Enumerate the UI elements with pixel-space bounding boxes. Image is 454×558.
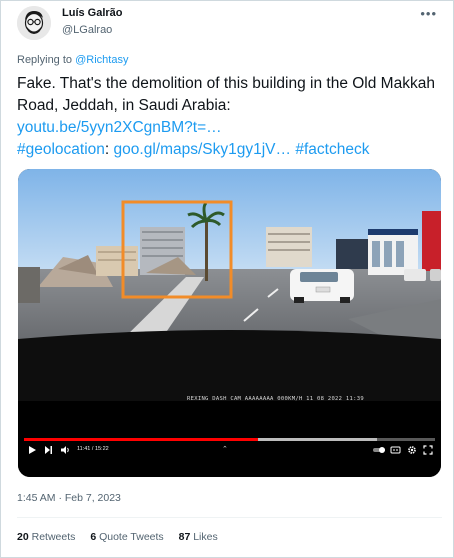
tweet-text: Fake. That's the demolition of this buil…	[17, 73, 442, 161]
video-frame	[18, 169, 441, 477]
play-icon[interactable]	[28, 445, 37, 459]
quote-tweets-label: Quote Tweets	[99, 531, 164, 543]
youtube-link[interactable]: youtu.be/5yyn2XCgnBM?t=…	[17, 119, 222, 136]
settings-icon[interactable]	[407, 445, 417, 459]
video-controls: 11:41 / 15:22 ⌃	[18, 445, 441, 459]
progress-buffered	[258, 438, 378, 441]
author-handle[interactable]: @LGalrao	[62, 23, 123, 37]
progress-bar[interactable]	[24, 438, 435, 441]
retweets-label: Retweets	[31, 531, 76, 543]
likes-count: 87	[178, 531, 191, 543]
tweet-card: Luís Galrão @LGalrao ••• Replying to @Ri…	[0, 0, 454, 558]
tweet-timestamp[interactable]: 1:45 AM · Feb 7, 2023	[17, 492, 121, 504]
toggle-icon[interactable]	[372, 445, 386, 459]
likes-label: Likes	[193, 531, 218, 543]
replying-to-prefix: Replying to	[17, 54, 73, 66]
fullscreen-icon[interactable]	[423, 445, 433, 459]
replying-to-mention[interactable]: @Richtasy	[75, 54, 128, 66]
avatar[interactable]	[17, 6, 51, 40]
colon-separator: :	[104, 141, 114, 158]
volume-icon[interactable]	[60, 445, 71, 459]
time-display: 11:41 / 15:22	[77, 446, 109, 452]
dashcam-overlay: REXING DASH CAM AAAAAAAA 000KM/H 11 08 2…	[187, 396, 364, 402]
progress-played	[24, 438, 259, 441]
next-icon[interactable]	[44, 445, 53, 459]
tweet-stats: 20 Retweets 6 Quote Tweets 87 Likes	[17, 531, 230, 543]
divider	[17, 517, 442, 518]
chevron-up-icon[interactable]: ⌃	[222, 445, 228, 453]
maps-link[interactable]: goo.gl/maps/Sky1gy1jV…	[114, 141, 291, 158]
retweets-count: 20	[17, 531, 29, 543]
retweets-stat[interactable]: 20 Retweets	[17, 531, 75, 543]
likes-stat[interactable]: 87 Likes	[179, 531, 218, 543]
quote-tweets-stat[interactable]: 6 Quote Tweets	[90, 531, 163, 543]
captions-icon[interactable]	[390, 445, 401, 459]
tweet-body: Fake. That's the demolition of this buil…	[17, 75, 435, 114]
quote-tweets-count: 6	[90, 531, 97, 543]
more-icon[interactable]: •••	[420, 6, 437, 21]
factcheck-hashtag[interactable]: #factcheck	[295, 141, 369, 158]
geolocation-hashtag[interactable]: #geolocation	[17, 141, 105, 158]
replying-to: Replying to @Richtasy	[17, 54, 128, 66]
avatar-illustration	[17, 6, 51, 40]
author-block[interactable]: Luís Galrão @LGalrao	[62, 6, 123, 37]
video-player[interactable]: 11:41 / 15:22 ⌃	[18, 169, 441, 477]
author-name[interactable]: Luís Galrão	[62, 6, 123, 20]
